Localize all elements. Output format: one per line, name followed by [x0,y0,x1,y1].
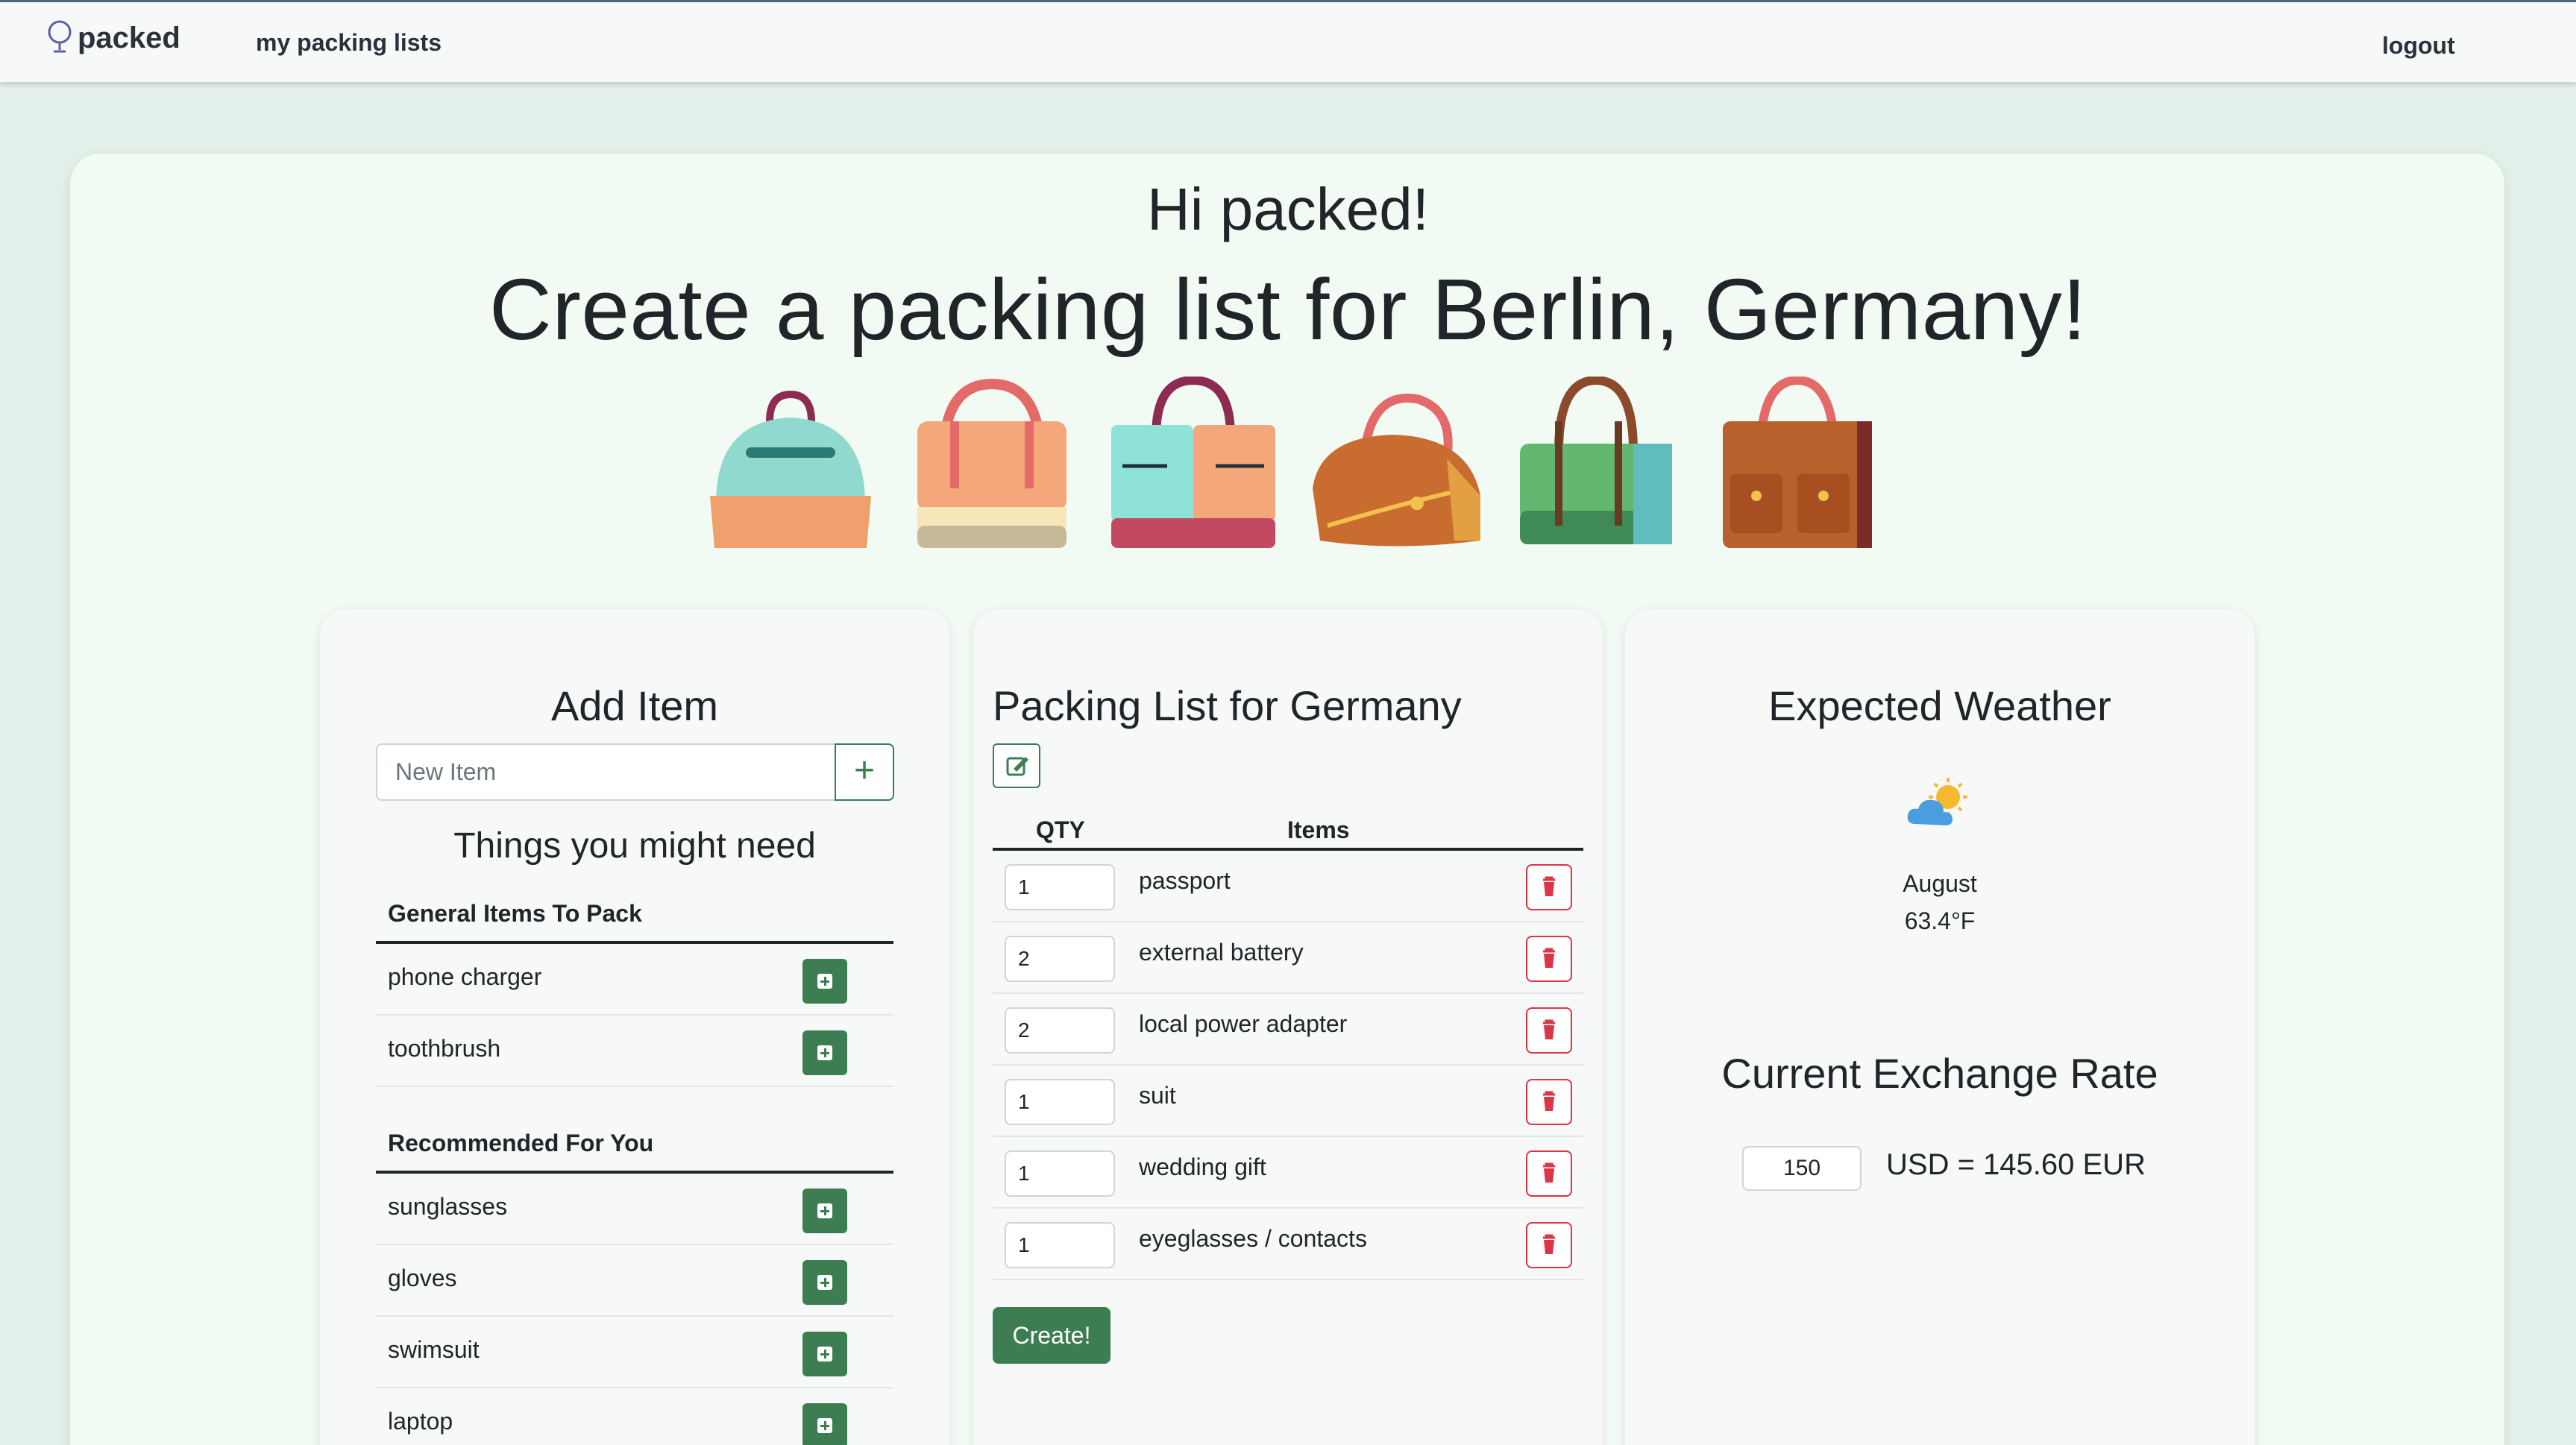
add-item-button[interactable]: + [835,743,894,801]
suggestion-label: phone charger [388,963,542,990]
add-item-title: Add Item [550,682,719,729]
packing-list-panel: Packing List for Germany QTY Items passp… [973,609,1603,1445]
add-suggestion-button[interactable] [802,1403,847,1445]
list-item: gloves [376,1245,893,1317]
qty-input[interactable] [1005,1007,1115,1054]
duffel-bag-icon [1111,377,1275,548]
brand-name: packed [78,21,180,54]
dome-bag-icon [710,390,871,548]
exchange-title: Current Exchange Rate [1721,1050,2158,1097]
add-suggestion-button[interactable] [802,959,847,1004]
trash-icon [1543,1234,1555,1254]
brand-link[interactable]: packed [46,19,180,57]
weather-title: Expected Weather [1768,682,2111,729]
delete-button[interactable] [1526,1079,1572,1125]
qty-input[interactable] [1005,936,1115,982]
delete-button[interactable] [1526,1222,1572,1268]
item-name: wedding gift [1139,1153,1266,1180]
trash-icon [1543,876,1555,896]
trash-icon [1543,1091,1555,1111]
item-name: external battery [1139,939,1304,966]
suggestion-label: swimsuit [388,1336,480,1363]
table-row: wedding gift [993,1137,1583,1209]
plus-square-icon [817,1275,832,1290]
nav-logout[interactable]: logout [2382,32,2455,60]
weather-temp: 63.4°F [1904,907,1976,934]
add-suggestion-button[interactable] [802,1260,847,1305]
list-item: toothbrush [376,1016,893,1087]
suggestions-title: Things you might need [453,826,816,866]
table-row: local power adapter [993,994,1583,1065]
nav-my-packing-lists[interactable]: my packing lists [256,29,442,57]
page-title: Create a packing list for Berlin, German… [489,261,2087,358]
suggestion-label: laptop [388,1408,453,1435]
packing-list-title: Packing List for Germany [993,682,1462,729]
qty-column-header: QTY [1036,816,1085,843]
delete-button[interactable] [1526,1150,1572,1197]
table-row: passport [993,851,1583,922]
list-item: swimsuit [376,1317,893,1388]
recommended-section: Recommended For You sunglasses gloves sw… [376,1122,893,1445]
delete-button[interactable] [1526,936,1572,982]
plus-square-icon [817,1203,832,1218]
new-item-input[interactable] [376,743,840,801]
travel-bag-icon [1313,393,1480,547]
general-items-section: General Items To Pack phone charger toot… [376,892,893,1087]
general-items-heading: General Items To Pack [376,892,893,944]
suggestion-label: gloves [388,1265,457,1291]
item-name: local power adapter [1139,1010,1348,1037]
list-item: sunglasses [376,1174,893,1245]
navbar: packed my packing lists logout [0,0,2576,82]
table-row: external battery [993,922,1583,994]
amount-input[interactable] [1742,1146,1862,1191]
list-item: phone charger [376,944,893,1016]
add-suggestion-button[interactable] [802,1030,847,1075]
suggestion-label: sunglasses [388,1193,508,1220]
recommended-heading: Recommended For You [376,1122,893,1174]
plus-square-icon [817,1347,832,1361]
add-item-panel: Add Item + Things you might need General… [320,609,949,1445]
weather-month: August [1903,870,1977,897]
packing-table: QTY Items passport external battery loca… [993,805,1583,1280]
create-button[interactable]: Create! [993,1307,1110,1364]
edit-icon [1006,757,1028,776]
list-item: laptop [376,1388,893,1445]
tote-bag-icon [917,378,1066,548]
globe-icon [48,20,72,53]
items-column-header: Items [1287,816,1350,843]
table-header: QTY Items [993,805,1583,851]
partly-sunny-icon [1907,778,1967,825]
weather-panel: Expected Weather August 63.4°F Current E… [1625,609,2255,1445]
qty-input[interactable] [1005,1222,1115,1268]
plus-square-icon [817,974,832,989]
qty-input[interactable] [1005,1150,1115,1197]
trash-icon [1543,1162,1555,1183]
qty-input[interactable] [1005,1079,1115,1125]
table-row: suit [993,1065,1583,1137]
bag-illustrations [701,377,1879,552]
item-name: eyeglasses / contacts [1139,1225,1367,1252]
item-name: suit [1139,1082,1176,1109]
plus-square-icon [817,1045,832,1060]
delete-button[interactable] [1526,864,1572,910]
plus-square-icon [817,1418,832,1433]
greeting: Hi packed! [1147,176,1429,242]
item-name: passport [1139,867,1231,894]
add-suggestion-button[interactable] [802,1189,847,1233]
suggestion-label: toothbrush [388,1035,501,1062]
edit-title-button[interactable] [993,743,1040,788]
add-suggestion-button[interactable] [802,1332,847,1376]
trash-icon [1543,948,1555,968]
exchange-result: USD = 145.60 EUR [1886,1148,2146,1181]
qty-input[interactable] [1005,864,1115,910]
green-bag-icon [1520,377,1672,544]
delete-button[interactable] [1526,1007,1572,1054]
trash-icon [1543,1019,1555,1039]
leather-bag-icon [1723,377,1872,548]
table-row: eyeglasses / contacts [993,1209,1583,1280]
